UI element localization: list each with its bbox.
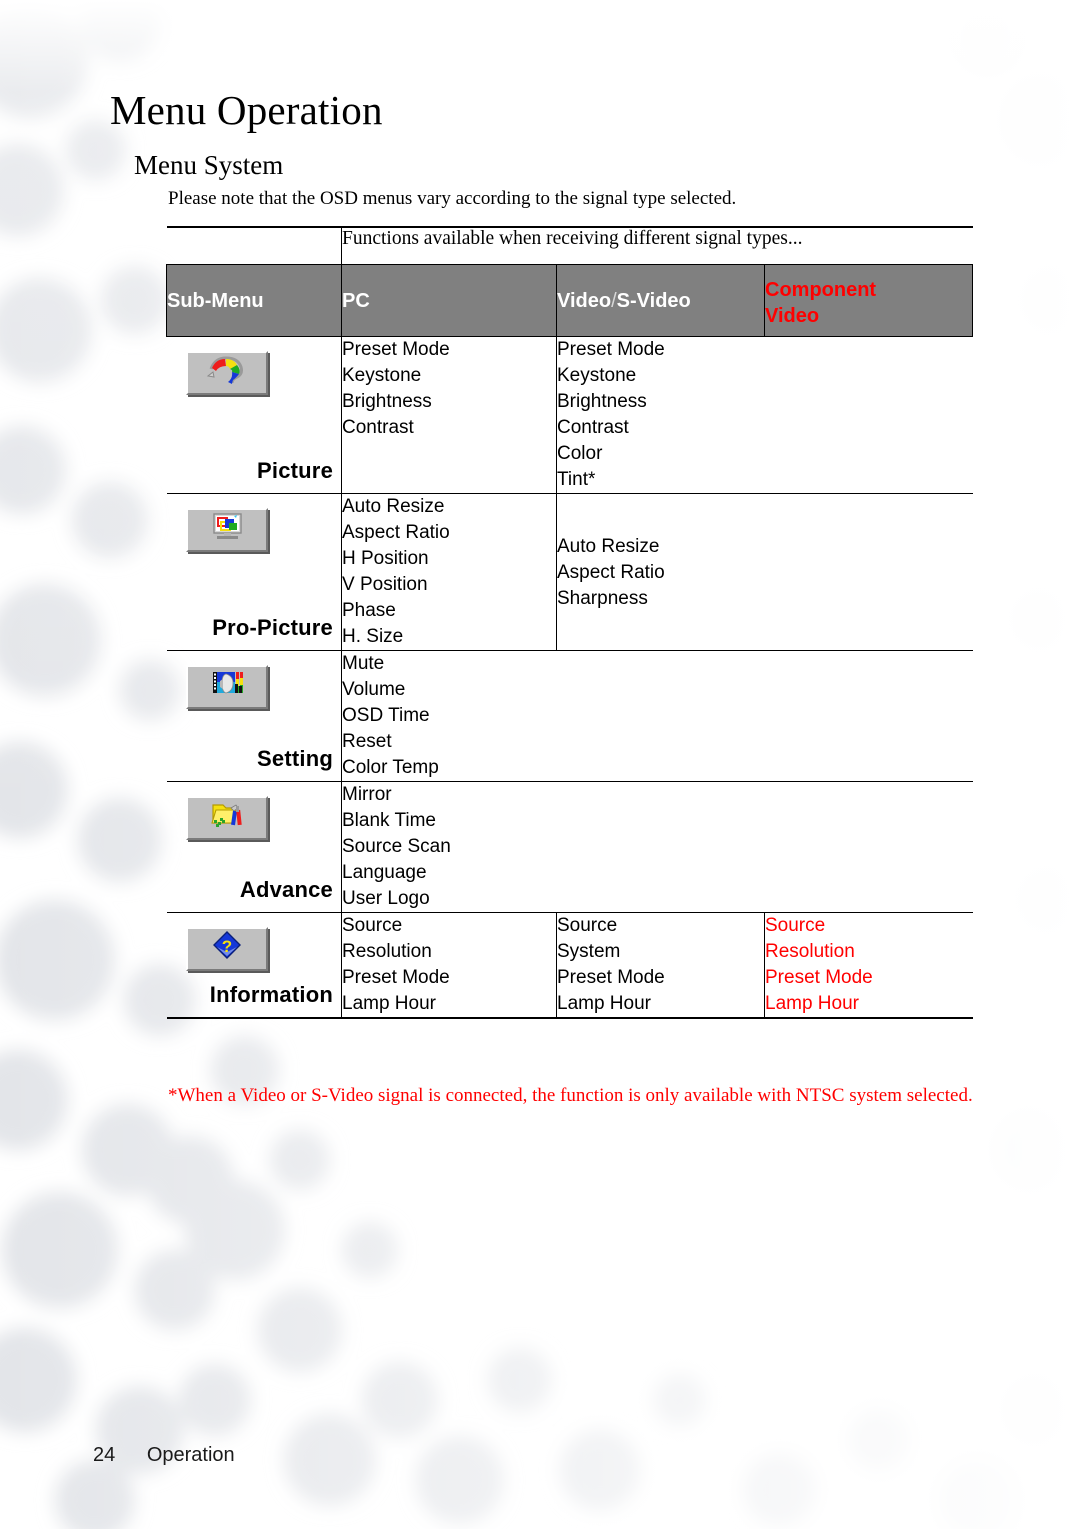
component-line-1: Component	[765, 279, 877, 301]
list-item: Preset Mode	[342, 967, 450, 988]
pc-items-setting: Mute Volume OSD Time Reset Color Temp	[341, 650, 973, 782]
svideo-label: S-Video	[616, 289, 691, 312]
page-title: Menu Operation	[110, 87, 383, 133]
video-items-picture: Preset Mode Keystone Brightness Contrast…	[556, 336, 973, 494]
list-item: Mirror	[342, 784, 392, 805]
list-item: Auto Resize	[342, 496, 445, 517]
video-items-pro-picture: Auto Resize Aspect Ratio Sharpness	[556, 493, 973, 651]
list-item: Color	[557, 443, 603, 464]
list-item: Contrast	[342, 417, 414, 438]
footnote-text: *When a Video or S-Video signal is conne…	[168, 1085, 973, 1106]
list-item: Mute	[342, 653, 385, 674]
list-item: Lamp Hour	[765, 993, 859, 1014]
column-header-sub-menu: Sub-Menu	[166, 264, 342, 337]
sub-menu-cell-setting: Setting	[166, 650, 342, 782]
list-item: Preset Mode	[342, 339, 450, 360]
list-item: Reset	[342, 731, 392, 752]
page-footer: 24 Operation	[93, 1444, 235, 1467]
monitor-icon	[185, 508, 268, 552]
list-item: Phase	[342, 600, 396, 621]
list-item: OSD Time	[342, 705, 430, 726]
sub-menu-cell-picture: Picture	[166, 336, 342, 494]
table-row: Pro-Picture Auto Resize Aspect Ratio H P…	[166, 493, 973, 651]
video-items-information: Source System Preset Mode Lamp Hour	[556, 912, 765, 1019]
footer-section-name: Operation	[146, 1444, 235, 1466]
list-item: Source	[342, 915, 403, 936]
list-item: Brightness	[557, 391, 647, 412]
pc-items-information: Source Resolution Preset Mode Lamp Hour	[341, 912, 557, 1019]
table-header-row: Sub-Menu PC Video/S-Video Component Vide…	[166, 264, 973, 337]
list-item: V Position	[342, 574, 428, 595]
folder-tools-icon	[185, 796, 268, 840]
component-line-2: Video	[765, 305, 820, 327]
list-item: Sharpness	[557, 588, 648, 609]
list-item: User Logo	[342, 888, 430, 909]
list-item: Source	[765, 915, 826, 936]
list-item: Lamp Hour	[557, 993, 651, 1014]
footer-page-number: 24	[93, 1444, 116, 1466]
list-item: Tint*	[557, 469, 596, 490]
list-item: H. Size	[342, 626, 404, 647]
list-item: Volume	[342, 679, 406, 700]
component-items-information: Source Resolution Preset Mode Lamp Hour	[764, 912, 973, 1019]
list-item: Contrast	[557, 417, 629, 438]
banner-empty-cell	[166, 226, 342, 265]
list-item: Auto Resize	[557, 536, 660, 557]
list-item: Aspect Ratio	[342, 522, 450, 543]
list-item: Aspect Ratio	[557, 562, 665, 583]
list-item: Color Temp	[342, 757, 439, 778]
list-item: Source	[557, 915, 618, 936]
list-item: Lamp Hour	[342, 993, 436, 1014]
sub-menu-label-information: Information	[209, 982, 333, 1007]
table-row: Setting Mute Volume OSD Time Reset Color…	[166, 650, 973, 782]
palette-icon	[185, 351, 268, 395]
column-header-component-video: Component Video	[764, 264, 973, 337]
multimedia-icon	[185, 665, 268, 709]
sub-menu-label-setting: Setting	[257, 746, 333, 771]
column-header-pc: PC	[341, 264, 557, 337]
list-item: Language	[342, 862, 427, 883]
list-item: Blank Time	[342, 810, 436, 831]
list-item: Resolution	[342, 941, 432, 962]
pc-items-picture: Preset Mode Keystone Brightness Contrast	[341, 336, 557, 494]
sub-menu-label-pro-picture: Pro-Picture	[212, 615, 333, 640]
list-item: Keystone	[342, 365, 422, 386]
pc-items-pro-picture: Auto Resize Aspect Ratio H Position V Po…	[341, 493, 557, 651]
pc-items-advance: Mirror Blank Time Source Scan Language U…	[341, 781, 973, 913]
sub-menu-cell-pro-picture: Pro-Picture	[166, 493, 342, 651]
list-item: Brightness	[342, 391, 432, 412]
table-row: Picture Preset Mode Keystone Brightness …	[166, 336, 973, 494]
sub-menu-cell-advance: Advance	[166, 781, 342, 913]
question-diamond-icon: ?	[185, 927, 268, 971]
menu-system-table: Functions available when receiving diffe…	[166, 226, 973, 1019]
list-item: Preset Mode	[765, 967, 873, 988]
list-item: Source Scan	[342, 836, 451, 857]
svg-text:?: ?	[221, 937, 231, 956]
intro-paragraph: Please note that the OSD menus vary acco…	[168, 188, 737, 209]
list-item: Keystone	[557, 365, 637, 386]
table-row: ? Information Source Resolution Preset M…	[166, 912, 973, 1019]
list-item: Resolution	[765, 941, 855, 962]
list-item: H Position	[342, 548, 429, 569]
list-item: Preset Mode	[557, 339, 665, 360]
document-page: Menu Operation Menu System Please note t…	[0, 0, 1080, 1529]
list-item: System	[557, 941, 621, 962]
video-label: Video	[557, 289, 612, 312]
table-banner-row: Functions available when receiving diffe…	[166, 226, 973, 265]
banner-text: Functions available when receiving diffe…	[341, 226, 973, 265]
sub-menu-cell-information: ? Information	[166, 912, 342, 1019]
list-item: Preset Mode	[557, 967, 665, 988]
section-heading: Menu System	[134, 150, 284, 180]
sub-menu-label-advance: Advance	[239, 877, 333, 902]
sub-menu-label-picture: Picture	[257, 458, 333, 483]
table-row: Advance Mirror Blank Time Source Scan La…	[166, 781, 973, 913]
column-header-video-svideo: Video/S-Video	[556, 264, 765, 337]
